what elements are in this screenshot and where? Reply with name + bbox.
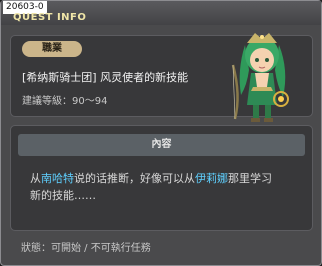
npc-link-1[interactable]: 南哈特 (41, 172, 74, 185)
window-title: QUEST INFO (13, 12, 87, 23)
quest-description: 从南哈特说的话推断，好像可以从伊莉娜那里学习 新的技能…… (30, 170, 305, 204)
quest-content-card: 內容 从南哈特说的话推断，好像可以从伊莉娜那里学习 新的技能…… (10, 125, 313, 231)
desc-prefix: 从 (30, 172, 41, 185)
job-badge: 職業 (22, 41, 82, 57)
quest-info-window: 20603-0 QUEST INFO 職業 [希纳斯骑士团] 风灵使者的新技能 … (0, 0, 322, 266)
desc-line1-end: 那里学习 (228, 172, 272, 185)
recommended-level: 建議等級：90～94 (22, 96, 108, 107)
title-bar[interactable]: 20603-0 QUEST INFO (1, 1, 321, 25)
npc-character-portrait (231, 33, 289, 122)
content-header: 內容 (18, 134, 305, 156)
quest-status: 狀態：可開始 / 不可執行任務 (21, 243, 151, 254)
npc-link-2[interactable]: 伊莉娜 (195, 172, 228, 185)
desc-line2: 新的技能…… (30, 189, 96, 202)
quest-name: [希纳斯骑士团] 风灵使者的新技能 (22, 71, 189, 84)
desc-mid: 说的话推断，好像可以从 (74, 172, 195, 185)
